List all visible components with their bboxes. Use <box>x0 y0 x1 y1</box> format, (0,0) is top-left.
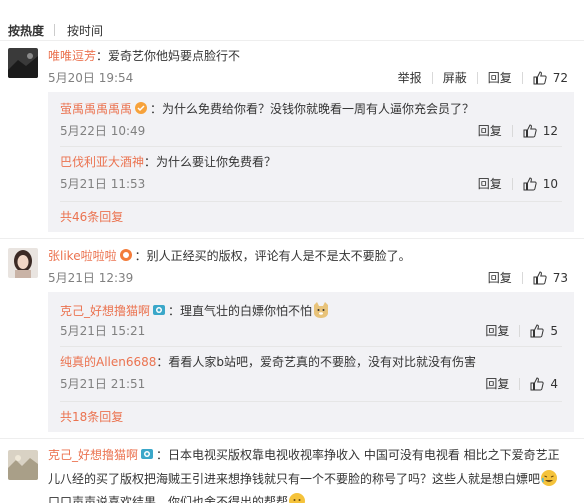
comment-item: 唯唯逗芳：爱奇艺你他妈要点脸行不 5月20日 19:54 举报 屏蔽 回复 72… <box>0 46 584 236</box>
doge-emoji-icon <box>314 302 329 318</box>
comment-body-line: 儿八经的买了版权把海贼王引进来想挣钱就只有一个不要脸的称号了吗？这些人就是想白嫖… <box>48 469 576 488</box>
reply-button[interactable]: 回复 <box>478 69 522 87</box>
sort-by-hot-tab[interactable]: 按热度 <box>8 22 44 39</box>
fan-badge-icon <box>135 102 148 114</box>
username-link[interactable]: 张like啦啦啦 <box>48 249 117 263</box>
like-count: 73 <box>552 271 568 285</box>
avatar[interactable] <box>8 248 38 278</box>
reply-item: 巴伐利亚大酒神：为什么要让你免费看？ 5月21日 11:53 回复 10 <box>48 147 574 201</box>
like-button[interactable]: 73 <box>523 269 568 287</box>
like-button[interactable]: 4 <box>520 375 558 393</box>
reply-actions: 回复 12 <box>468 122 558 140</box>
report-button[interactable]: 举报 <box>388 69 432 87</box>
camera-badge-icon <box>141 449 154 459</box>
thumbs-up-icon <box>533 71 547 85</box>
like-button[interactable]: 72 <box>523 69 568 87</box>
reply-list: 萤禹禹禹禹禹 ：为什么免费给你看？没钱你就晚看一周有人逼你充会员了？ 5月22日 … <box>48 92 574 232</box>
reply-item: 萤禹禹禹禹禹 ：为什么免费给你看？没钱你就晚看一周有人逼你充会员了？ 5月22日 … <box>48 92 574 146</box>
reply-time: 5月21日 21:51 <box>60 377 146 391</box>
reply-time: 5月21日 11:53 <box>60 177 146 191</box>
block-button[interactable]: 屏蔽 <box>433 69 477 87</box>
comment-text: 儿八经的买了版权把海贼王引进来想挣钱就只有一个不要脸的称号了吗？这些人就是想白嫖… <box>48 472 541 486</box>
comment-actions: 回复 73 <box>478 269 568 287</box>
reply-button[interactable]: 回复 <box>468 175 512 193</box>
reply-item: 纯真的Allen6688：看看人家b站吧，爱奇艺真的不要脸，没有对比就没有伤害 … <box>48 347 574 401</box>
reply-text: ：看看人家b站吧，爱奇艺真的不要脸，没有对比就没有伤害 <box>156 355 477 369</box>
thumbs-up-icon <box>523 177 537 191</box>
divider <box>60 201 562 202</box>
like-count: 12 <box>542 124 558 138</box>
reply-text: ：理直气壮的白嫖你怕不怕 <box>168 304 313 318</box>
like-button[interactable]: 12 <box>513 122 558 140</box>
comment-text: ：日本电视买版权靠电视收视率挣收入 中国可没有电视看 相比之下爱奇艺正 <box>156 448 560 462</box>
reply-button[interactable]: 回复 <box>475 375 519 393</box>
avatar[interactable] <box>8 450 38 480</box>
camera-badge-icon <box>153 305 166 315</box>
username-link[interactable]: 克己_好想撸猫啊 <box>48 448 138 462</box>
more-replies-link[interactable]: 共46条回复 <box>60 208 123 226</box>
username-link[interactable]: 萤禹禹禹禹禹 <box>60 102 132 116</box>
reply-button[interactable]: 回复 <box>468 122 512 140</box>
username-link[interactable]: 纯真的Allen6688 <box>60 355 156 369</box>
reply-item: 克己_好想撸猫啊 ：理直气壮的白嫖你怕不怕 5月21日 15:21 回复 5 <box>48 292 574 346</box>
reply-time: 5月22日 10:49 <box>60 124 146 138</box>
username-link[interactable]: 唯唯逗芳 <box>48 49 96 63</box>
like-count: 4 <box>550 377 558 391</box>
divider <box>0 438 584 439</box>
laugh-cry-emoji-icon <box>541 470 558 486</box>
like-count: 5 <box>550 324 558 338</box>
sort-by-time-tab[interactable]: 按时间 <box>67 22 103 39</box>
like-button[interactable]: 5 <box>520 322 558 340</box>
comment-body: 唯唯逗芳：爱奇艺你他妈要点脸行不 <box>48 47 576 65</box>
avatar[interactable] <box>8 48 38 78</box>
username-link[interactable]: 克己_好想撸猫啊 <box>60 304 150 318</box>
thumbs-up-icon <box>530 377 545 391</box>
comment-item: 克己_好想撸猫啊 ：日本电视买版权靠电视收视率挣收入 中国可没有电视看 相比之下爱… <box>0 446 584 503</box>
reply-list: 克己_好想撸猫啊 ：理直气壮的白嫖你怕不怕 5月21日 15:21 回复 5 纯真… <box>48 292 574 432</box>
reply-actions: 回复 10 <box>468 175 558 193</box>
comment-item: 张like啦啦啦 ：别人正经买的版权，评论有人是不是太不要脸了。 5月21日 12… <box>0 246 584 436</box>
comment-text: ：爱奇艺你他妈要点脸行不 <box>96 49 241 63</box>
reply-actions: 回复 5 <box>475 322 558 340</box>
thumbs-up-icon <box>523 124 537 138</box>
comment-body: 张like啦啦啦 ：别人正经买的版权，评论有人是不是太不要脸了。 <box>48 247 576 265</box>
thumbs-up-icon <box>533 271 547 285</box>
like-count: 10 <box>542 177 558 191</box>
comment-text: 口口声声说喜欢结果，你们也舍不得出的帮帮 <box>48 495 289 503</box>
reply-text: ：为什么要让你免费看？ <box>144 155 277 169</box>
comment-body-line: 口口声声说喜欢结果，你们也舍不得出的帮帮 <box>48 492 576 503</box>
divider <box>0 40 584 41</box>
comment-actions: 举报 屏蔽 回复 72 <box>388 69 568 87</box>
reply-button[interactable]: 回复 <box>478 269 522 287</box>
more-replies-link[interactable]: 共18条回复 <box>60 408 123 426</box>
like-button[interactable]: 10 <box>513 175 558 193</box>
comment-time: 5月20日 19:54 <box>48 71 134 85</box>
username-link[interactable]: 巴伐利亚大酒神 <box>60 155 144 169</box>
divider <box>0 238 584 239</box>
comment-text: ：别人正经买的版权，评论有人是不是太不要脸了。 <box>134 249 411 263</box>
divider <box>60 401 562 402</box>
reply-text: ：为什么免费给你看？没钱你就晚看一周有人逼你充会员了？ <box>150 102 475 116</box>
divider <box>54 24 56 36</box>
fan-badge-icon <box>119 249 132 261</box>
comment-body: 克己_好想撸猫啊 ：日本电视买版权靠电视收视率挣收入 中国可没有电视看 相比之下爱… <box>48 446 576 464</box>
thumbs-up-icon <box>530 324 545 338</box>
sort-bar: 按热度 按时间 <box>8 21 103 39</box>
reply-actions: 回复 4 <box>475 375 558 393</box>
reply-button[interactable]: 回复 <box>475 322 519 340</box>
like-count: 72 <box>552 71 568 85</box>
sad-emoji-icon <box>289 493 306 503</box>
comment-time: 5月21日 12:39 <box>48 271 134 285</box>
reply-time: 5月21日 15:21 <box>60 324 146 338</box>
